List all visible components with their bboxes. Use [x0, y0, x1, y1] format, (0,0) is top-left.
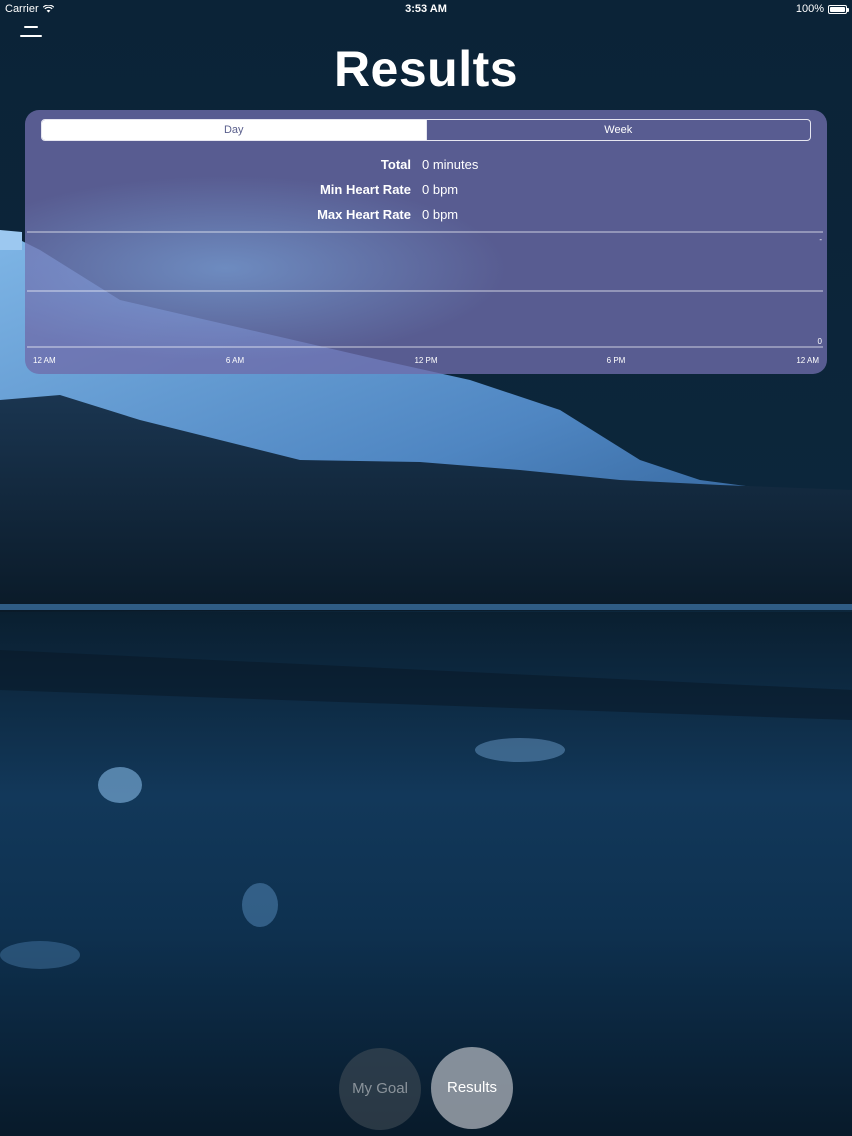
stats-table: Total 0 minutes Min Heart Rate 0 bpm Max… [25, 152, 827, 227]
stat-label: Total [380, 157, 411, 172]
segment-day[interactable]: Day [42, 120, 426, 140]
stat-value: 0 minutes [422, 157, 479, 172]
heart-rate-chart: - 0 12 AM 6 AM 12 PM 6 PM 12 AM [27, 231, 823, 365]
battery-level [830, 6, 845, 12]
x-tick-label: 12 AM [33, 356, 56, 365]
my-goal-button[interactable]: My Goal [339, 1048, 421, 1130]
x-tick-label: 12 PM [414, 356, 437, 365]
x-tick-label: 6 PM [607, 356, 626, 365]
stat-row-total: Total 0 minutes [25, 152, 827, 177]
y-tick-label-zero: 0 [818, 337, 823, 346]
stat-value: 0 bpm [422, 207, 459, 222]
y-tick-label-top: - [819, 235, 822, 244]
stat-label: Max Heart Rate [317, 207, 411, 222]
x-tick-label: 12 AM [796, 356, 819, 365]
page-title: Results [333, 41, 519, 97]
status-bar: Carrier 3:53 AM 100% [0, 0, 852, 18]
stat-row-max-heart-rate: Max Heart Rate 0 bpm [25, 202, 827, 227]
results-button[interactable]: Results [431, 1047, 513, 1129]
results-card: Day Week Total 0 minutes Min Heart Rate … [25, 110, 827, 374]
battery-icon [828, 4, 849, 14]
battery-percent: 100% [795, 3, 824, 15]
stat-label: Min Heart Rate [319, 182, 411, 197]
status-time: 3:53 AM [405, 3, 447, 15]
status-right: 100% [795, 3, 849, 15]
stat-row-min-heart-rate: Min Heart Rate 0 bpm [25, 177, 827, 202]
segment-week[interactable]: Week [425, 120, 811, 140]
x-tick-label: 6 AM [226, 356, 245, 365]
period-segmented-control[interactable]: Day Week [41, 119, 811, 141]
stat-value: 0 bpm [422, 182, 459, 197]
